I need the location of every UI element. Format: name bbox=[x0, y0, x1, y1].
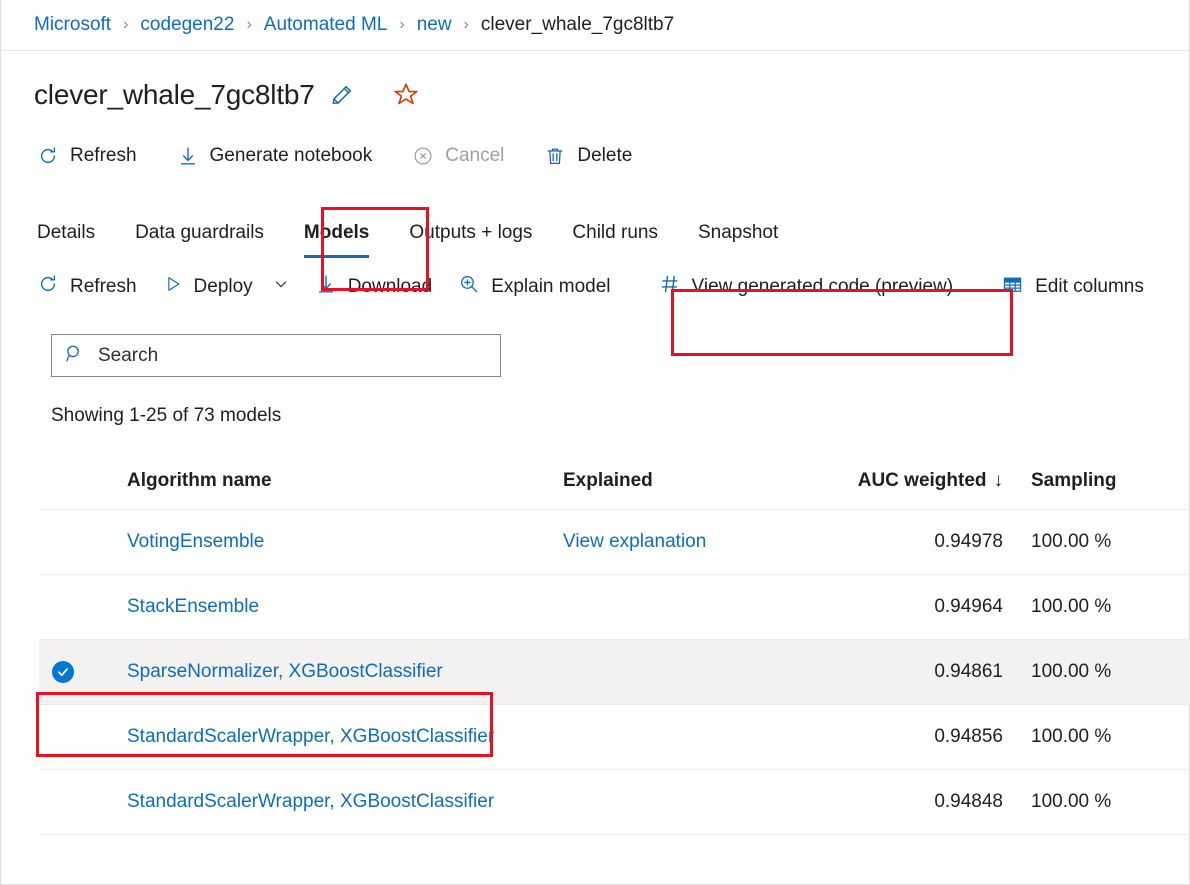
column-header-auc-weighted-label: AUC weighted bbox=[858, 470, 987, 492]
pencil-icon[interactable] bbox=[329, 82, 355, 108]
breadcrumb: Microsoft › codegen22 › Automated ML › n… bbox=[1, 0, 1189, 51]
auc-weighted-value: 0.94848 bbox=[831, 791, 1017, 813]
models-table: Algorithm name Explained AUC weighted ↓ … bbox=[39, 453, 1190, 835]
tab-child-runs[interactable]: Child runs bbox=[572, 222, 658, 258]
cancel-icon bbox=[412, 145, 434, 167]
column-header-auc-weighted[interactable]: AUC weighted ↓ bbox=[831, 470, 1017, 492]
column-header-algorithm-name[interactable]: Algorithm name bbox=[87, 470, 563, 492]
tab-bar: Details Data guardrails Models Outputs +… bbox=[1, 202, 1189, 258]
explain-model-button[interactable]: Explain model bbox=[458, 267, 610, 307]
cancel-label: Cancel bbox=[445, 145, 504, 167]
breadcrumb-item-current: clever_whale_7gc8ltb7 bbox=[481, 14, 674, 36]
sampling-value: 100.00 % bbox=[1017, 531, 1177, 553]
column-header-explained[interactable]: Explained bbox=[563, 470, 831, 492]
download-arrow-icon bbox=[315, 273, 337, 301]
hash-icon bbox=[659, 273, 681, 301]
auc-weighted-value: 0.94861 bbox=[831, 661, 1017, 683]
search-icon bbox=[64, 343, 85, 369]
models-refresh-button[interactable]: Refresh bbox=[37, 267, 137, 307]
generate-notebook-button[interactable]: Generate notebook bbox=[177, 139, 387, 173]
tab-details[interactable]: Details bbox=[37, 222, 95, 258]
table-row[interactable]: StandardScalerWrapper, XGBoostClassifier… bbox=[39, 770, 1190, 835]
auc-weighted-value: 0.94856 bbox=[831, 726, 1017, 748]
magnifier-plus-icon bbox=[458, 273, 480, 301]
play-icon bbox=[163, 274, 183, 300]
sort-descending-icon: ↓ bbox=[994, 470, 1004, 492]
title-row: clever_whale_7gc8ltb7 bbox=[1, 64, 1189, 126]
edit-columns-label: Edit columns bbox=[1035, 276, 1144, 298]
tab-models[interactable]: Models bbox=[304, 222, 369, 258]
table-row-selected[interactable]: SparseNormalizer, XGBoostClassifier 0.94… bbox=[39, 640, 1190, 705]
models-refresh-label: Refresh bbox=[70, 276, 137, 298]
sampling-value: 100.00 % bbox=[1017, 726, 1177, 748]
view-generated-code-button[interactable]: View generated code (preview) bbox=[659, 267, 954, 307]
table-row[interactable]: StackEnsemble 0.94964 100.00 % bbox=[39, 575, 1190, 640]
breadcrumb-item-automated-ml[interactable]: Automated ML bbox=[264, 14, 388, 36]
deploy-label: Deploy bbox=[194, 276, 253, 298]
breadcrumb-item-new[interactable]: new bbox=[417, 14, 452, 36]
sampling-value: 100.00 % bbox=[1017, 661, 1177, 683]
results-count: Showing 1-25 of 73 models bbox=[51, 405, 1189, 427]
table-row[interactable]: VotingEnsemble View explanation 0.94978 … bbox=[39, 510, 1190, 575]
deploy-button[interactable]: Deploy bbox=[163, 268, 289, 306]
star-icon[interactable] bbox=[391, 80, 421, 110]
breadcrumb-separator-icon: › bbox=[123, 16, 128, 34]
auc-weighted-value: 0.94964 bbox=[831, 596, 1017, 618]
sampling-value: 100.00 % bbox=[1017, 596, 1177, 618]
table-columns-icon bbox=[1001, 273, 1024, 302]
azure-ml-run-page: Microsoft › codegen22 › Automated ML › n… bbox=[0, 0, 1190, 885]
table-header-row: Algorithm name Explained AUC weighted ↓ … bbox=[39, 453, 1190, 510]
breadcrumb-separator-icon: › bbox=[399, 16, 404, 34]
delete-label: Delete bbox=[577, 145, 632, 167]
table-row[interactable]: StandardScalerWrapper, XGBoostClassifier… bbox=[39, 705, 1190, 770]
chevron-down-icon bbox=[273, 276, 289, 298]
refresh-icon bbox=[37, 145, 59, 167]
download-label: Download bbox=[348, 276, 433, 298]
sampling-value: 100.00 % bbox=[1017, 791, 1177, 813]
refresh-label: Refresh bbox=[70, 145, 137, 167]
algorithm-name-link[interactable]: VotingEnsemble bbox=[87, 531, 563, 553]
table-body: VotingEnsemble View explanation 0.94978 … bbox=[39, 510, 1190, 835]
models-toolbar: Refresh Deploy Download bbox=[1, 260, 1189, 314]
algorithm-name-link[interactable]: StandardScalerWrapper, XGBoostClassifier bbox=[87, 791, 563, 813]
algorithm-name-link[interactable]: StackEnsemble bbox=[87, 596, 563, 618]
search-box[interactable] bbox=[51, 334, 501, 377]
download-button[interactable]: Download bbox=[315, 267, 433, 307]
breadcrumb-item-microsoft[interactable]: Microsoft bbox=[34, 14, 111, 36]
auc-weighted-value: 0.94978 bbox=[831, 531, 1017, 553]
breadcrumb-item-codegen22[interactable]: codegen22 bbox=[140, 14, 234, 36]
generate-notebook-label: Generate notebook bbox=[210, 145, 373, 167]
breadcrumb-separator-icon: › bbox=[464, 16, 469, 34]
tab-outputs-logs[interactable]: Outputs + logs bbox=[409, 222, 532, 258]
tab-snapshot[interactable]: Snapshot bbox=[698, 222, 778, 258]
algorithm-name-link[interactable]: StandardScalerWrapper, XGBoostClassifier bbox=[87, 726, 563, 748]
refresh-button[interactable]: Refresh bbox=[37, 139, 151, 173]
row-select-cell[interactable] bbox=[39, 661, 87, 683]
tab-data-guardrails[interactable]: Data guardrails bbox=[135, 222, 264, 258]
download-arrow-icon bbox=[177, 145, 199, 167]
page-title: clever_whale_7gc8ltb7 bbox=[34, 79, 315, 111]
view-generated-code-label: View generated code (preview) bbox=[692, 276, 954, 298]
algorithm-name-link[interactable]: SparseNormalizer, XGBoostClassifier bbox=[87, 661, 563, 683]
checkmark-icon[interactable] bbox=[52, 661, 74, 683]
delete-button[interactable]: Delete bbox=[544, 139, 646, 173]
edit-columns-button[interactable]: Edit columns bbox=[1001, 267, 1144, 308]
search-input[interactable] bbox=[98, 345, 488, 367]
column-header-sampling[interactable]: Sampling bbox=[1017, 470, 1177, 492]
breadcrumb-separator-icon: › bbox=[246, 16, 251, 34]
run-command-bar: Refresh Generate notebook Cancel bbox=[1, 132, 1189, 180]
table-header: Algorithm name Explained AUC weighted ↓ … bbox=[39, 453, 1190, 510]
view-explanation-link[interactable]: View explanation bbox=[563, 531, 831, 553]
cancel-button: Cancel bbox=[412, 139, 518, 173]
trash-icon bbox=[544, 145, 566, 167]
refresh-icon bbox=[37, 273, 59, 301]
explain-model-label: Explain model bbox=[491, 276, 610, 298]
